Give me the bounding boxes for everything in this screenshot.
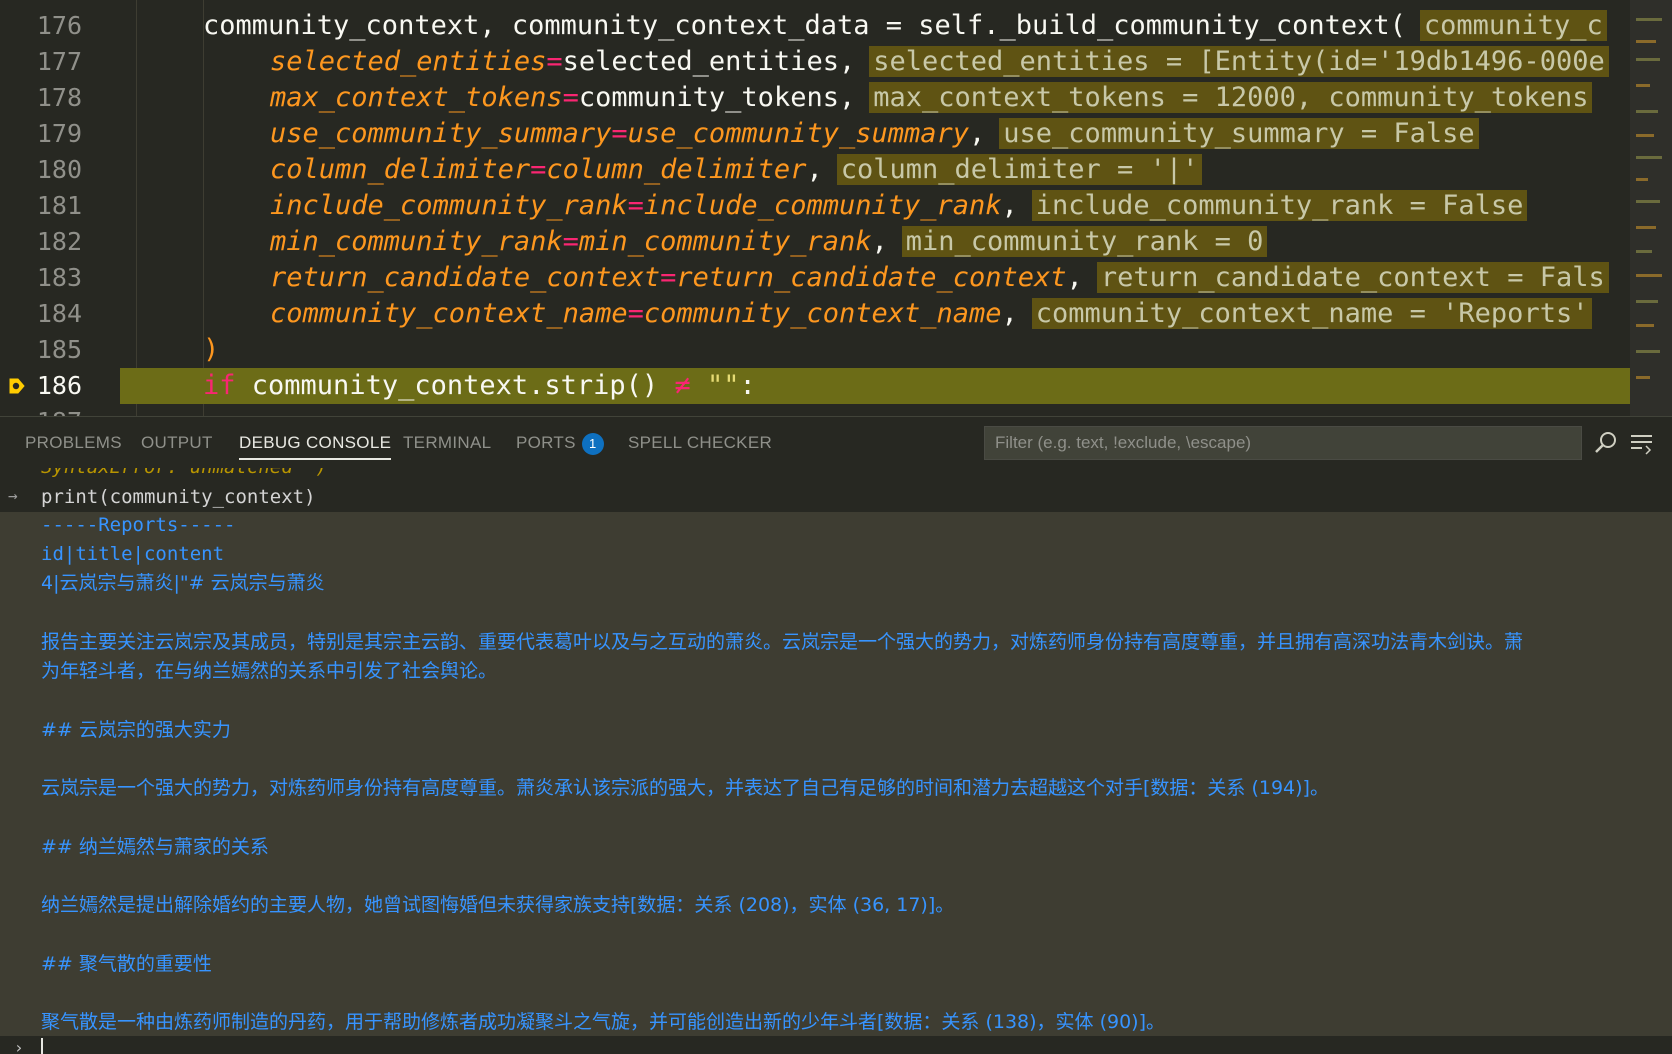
arg-name: return_candidate_context [676,262,1067,293]
line-number: 181 [36,191,82,220]
console-filter[interactable] [984,426,1582,460]
code-line-176[interactable]: 176 community_context, community_context… [0,8,1630,44]
tab-ports[interactable]: PORTS 1 [516,417,604,469]
arg-name: min_community_rank [578,226,872,257]
input-arrow-icon: → [8,486,18,505]
tab-problems[interactable]: PROBLEMS [25,417,122,469]
code-text: ) [203,334,220,365]
output-line: id|title|content [41,543,225,565]
tab-output[interactable]: OUTPUT [141,417,213,469]
output-line: 纳兰嫣然是提出解除婚约的主要人物，她曾试图悔婚但未获得家族支持[数据：关系 (2… [41,894,955,916]
console-input-caret[interactable] [41,1038,43,1054]
code-line-179[interactable]: 179 use_community_summary=use_community_… [0,116,1630,152]
code-text: community_context.strip() [251,370,659,401]
code-text: community_context, community_context_dat… [203,10,1406,41]
output-line: ## 聚气散的重要性 [41,953,212,975]
tab-debug-console[interactable]: DEBUG CONSOLE [239,417,392,469]
inline-value-hint: community_c [1419,10,1607,41]
code-text: : [739,370,756,401]
line-number: 177 [36,47,82,76]
param-name: community_context_name [270,298,628,329]
word-wrap-icon[interactable] [1628,429,1656,457]
console-filter-input[interactable] [985,427,1581,459]
arg-name: selected_entities [562,46,839,77]
search-icon[interactable] [1592,429,1620,457]
output-line: 为年轻斗者，在与纳兰嫣然的关系中引发了社会舆论。 [41,660,498,682]
string-literal: "" [706,370,740,401]
inline-value-hint: community_context_name = 'Reports' [1031,298,1593,329]
output-line: 报告主要关注云岚宗及其成员，特别是其宗主云韵、重要代表葛叶以及与之互动的萧炎。云… [41,631,1524,653]
inline-value-hint: selected_entities = [Entity(id='19db1496… [869,46,1609,77]
console-input-echo: print(community_context) [41,486,316,508]
arg-name: community_context_name [643,298,1002,329]
param-name: include_community_rank [270,190,628,221]
tab-spell-checker[interactable]: SPELL CHECKER [628,417,772,469]
code-line-184[interactable]: 184 community_context_name=community_con… [0,296,1630,332]
param-name: min_community_rank [270,226,563,257]
code-line-178[interactable]: 178 max_context_tokens=community_tokens,… [0,80,1630,116]
output-line: ## 云岚宗的强大实力 [41,719,231,741]
code-editor[interactable]: 176 community_context, community_context… [0,0,1672,416]
param-name: selected_entities [270,46,547,77]
code-line-177[interactable]: 177 selected_entities=selected_entities,… [0,44,1630,80]
code-line-183[interactable]: 183 return_candidate_context=return_cand… [0,260,1630,296]
code-line-182[interactable]: 182 min_community_rank=min_community_ran… [0,224,1630,260]
output-line: 云岚宗是一个强大的势力，对炼药师身份持有高度尊重。萧炎承认该宗派的强大，并表达了… [41,777,1329,799]
line-number: 178 [36,83,82,112]
keyword: if [203,370,236,401]
line-number: 176 [36,11,82,40]
arg-name: column_delimiter [546,154,807,185]
inline-value-hint: use_community_summary = False [999,118,1479,149]
line-number: 179 [36,119,82,148]
code-line-185[interactable]: 185 ) [0,332,1630,368]
line-number: 185 [36,335,82,364]
ports-count-badge: 1 [581,432,604,455]
line-number: 183 [36,263,82,292]
param-name: column_delimiter [270,154,531,185]
line-number: 186 [36,371,82,400]
param-name: return_candidate_context [270,262,661,293]
output-line: ## 纳兰嫣然与萧家的关系 [41,836,269,858]
output-line: -----Reports----- [41,514,236,536]
output-line: 4|云岚宗与萧炎|"# 云岚宗与萧炎 [41,572,325,594]
inline-value-hint: column_delimiter = '|' [836,154,1203,185]
param-name: max_context_tokens [270,82,563,113]
debug-console[interactable]: SyntaxError: unmatched ')' → print(commu… [0,468,1672,1054]
arg-name: include_community_rank [643,190,1002,221]
panel-tab-bar: PROBLEMS OUTPUT DEBUG CONSOLE TERMINAL P… [0,416,1672,469]
inline-value-hint: return_candidate_context = Fals [1096,262,1609,293]
code-line-180[interactable]: 180 column_delimiter=column_delimiter, co… [0,152,1630,188]
inline-value-hint: min_community_rank = 0 [901,226,1268,257]
arg-name: use_community_summary [627,118,970,149]
code-line-186[interactable]: 186 if community_context.strip() ≠ "": [0,368,1630,404]
console-prompt-icon: › [14,1038,24,1054]
line-number: 182 [36,227,82,256]
code-line-181[interactable]: 181 include_community_rank=include_commu… [0,188,1630,224]
console-output-block: -----Reports----- id|title|content 4|云岚宗… [0,512,1672,1036]
previous-output-partial: SyntaxError: unmatched ')' [41,468,338,478]
inline-value-hint: include_community_rank = False [1031,190,1528,221]
tab-ports-label: PORTS [516,433,576,452]
operator: ≠ [674,370,691,401]
line-number: 184 [36,299,82,328]
line-number: 180 [36,155,82,184]
output-line: 聚气散是一种由炼药师制造的丹药，用于帮助修炼者成功凝聚斗之气旋，并可能创造出新的… [41,1011,1165,1033]
arg-name: community_tokens [578,82,839,113]
code-line-187-partial: 187 [0,404,1630,416]
inline-value-hint: max_context_tokens = 12000, community_to… [869,82,1593,113]
minimap[interactable] [1630,0,1672,416]
tab-terminal[interactable]: TERMINAL [403,417,491,469]
param-name: use_community_summary [270,118,612,149]
